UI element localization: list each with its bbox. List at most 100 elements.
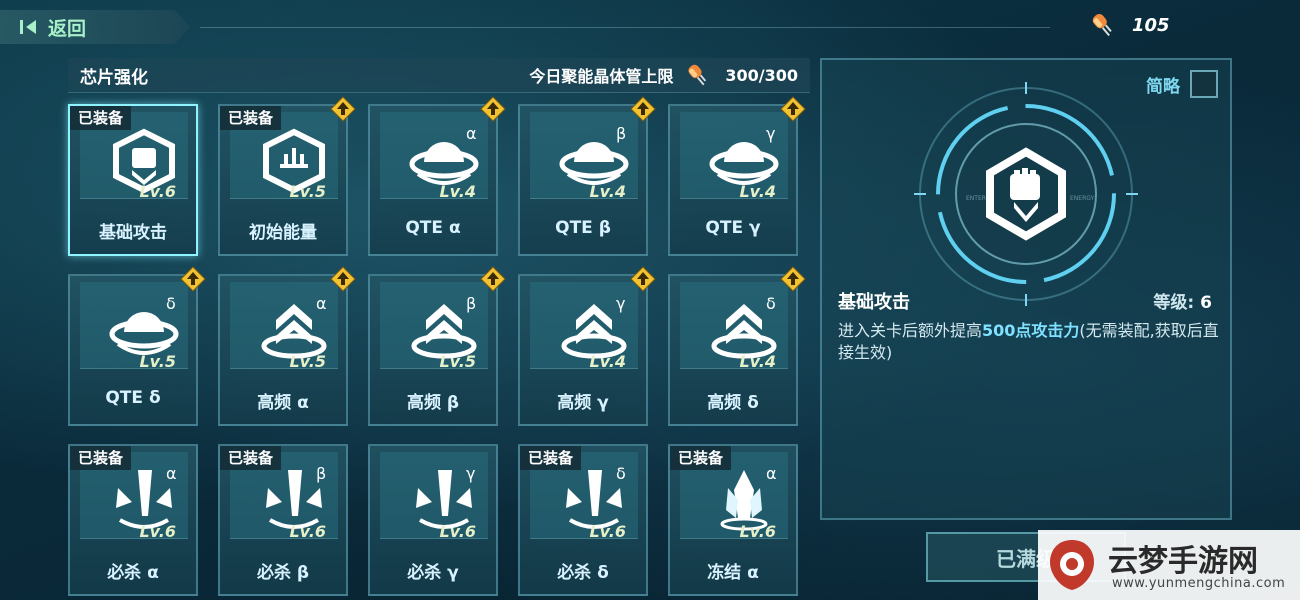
back-label: 返回: [48, 17, 87, 40]
chip-card[interactable]: α Lv.6 已装备 冻结 α: [668, 444, 798, 596]
daily-limit-count: 300/300: [725, 65, 798, 85]
chip-variant-letter: γ: [616, 294, 626, 313]
chip-card[interactable]: α Lv.5 高频 α: [218, 266, 356, 426]
brief-toggle[interactable]: 简略: [1146, 70, 1218, 98]
chip-variant-letter: β: [616, 124, 627, 143]
daily-limit-label: 今日聚能晶体管上限: [529, 67, 674, 86]
detail-level-value: 6: [1200, 293, 1212, 313]
chip-icon-frame: δ Lv.4: [680, 282, 788, 371]
currency-display: 105: [1088, 10, 1170, 40]
chip-name: QTE α: [405, 218, 461, 238]
chip-icon-frame: β Lv.4: [530, 112, 638, 201]
upgrade-arrow-icon: [780, 96, 806, 122]
chip-variant-letter: δ: [616, 464, 626, 483]
upgrade-arrow-icon: [330, 266, 356, 292]
chip-variant-letter: α: [316, 294, 327, 313]
upgrade-arrow-icon: [630, 96, 656, 122]
chip-card[interactable]: γ Lv.6 必杀 γ: [368, 444, 498, 596]
chip-name: QTE β: [555, 218, 611, 238]
panel-title: 芯片强化: [80, 67, 148, 88]
chip-level: Lv.6: [289, 522, 326, 541]
upgrade-arrow-icon: [630, 266, 656, 292]
chip-variant-letter: γ: [766, 124, 776, 143]
chip-level: Lv.4: [589, 352, 626, 371]
equipped-badge: 已装备: [70, 106, 132, 130]
equipped-badge: 已装备: [70, 446, 132, 470]
chip-variant-letter: α: [766, 464, 777, 483]
chip-panel-header: 芯片强化 今日聚能晶体管上限 300/300: [68, 58, 810, 93]
chip-variant-letter: γ: [466, 464, 476, 483]
chip-name: 初始能量: [249, 223, 317, 243]
transistor-icon: [1092, 13, 1112, 37]
site-watermark: 云梦手游网 www.yunmengchina.com: [1038, 530, 1300, 600]
chip-level: Lv.4: [739, 182, 776, 201]
chip-level: Lv.5: [139, 352, 176, 371]
back-arrow-icon: [20, 20, 36, 34]
chip-level: Lv.4: [589, 182, 626, 201]
detail-description: 进入关卡后额外提高500点攻击力(无需装配,获取后直接生效): [838, 320, 1220, 364]
chip-name: 必杀 γ: [407, 563, 459, 583]
top-divider: [200, 27, 1050, 28]
chip-level: Lv.4: [739, 352, 776, 371]
equipped-badge: 已装备: [520, 446, 582, 470]
chip-card[interactable]: δ Lv.5 QTE δ: [68, 266, 206, 426]
chip-name: 必杀 β: [256, 563, 310, 583]
chip-level: Lv.6: [739, 522, 776, 541]
chip-card[interactable]: γ Lv.4 QTE γ: [668, 96, 806, 256]
upgrade-arrow-icon: [480, 266, 506, 292]
chip-card[interactable]: β Lv.4 QTE β: [518, 96, 656, 256]
chip-icon-frame: δ Lv.5: [80, 282, 188, 371]
equipped-badge: 已装备: [220, 106, 282, 130]
chip-card[interactable]: δ Lv.4 高频 δ: [668, 266, 806, 426]
chip-level: Lv.4: [439, 182, 476, 201]
chip-level: Lv.5: [439, 352, 476, 371]
chip-icon-frame: α Lv.5: [230, 282, 338, 371]
upgrade-arrow-icon: [330, 96, 356, 122]
chip-card[interactable]: Lv.6 已装备基础攻击: [68, 104, 198, 256]
chip-name: 高频 δ: [707, 393, 759, 413]
watermark-title: 云梦手游网: [1108, 544, 1258, 579]
brief-checkbox[interactable]: [1190, 70, 1218, 98]
upgrade-arrow-icon: [780, 266, 806, 292]
chip-card[interactable]: α Lv.4 QTE α: [368, 96, 506, 256]
chip-card[interactable]: γ Lv.4 高频 γ: [518, 266, 656, 426]
daily-limit: 今日聚能晶体管上限 300/300: [529, 61, 798, 89]
desc-prefix: 进入关卡后额外提高: [838, 321, 983, 340]
chip-icon-frame: γ Lv.4: [530, 282, 638, 371]
chip-name: 高频 α: [257, 393, 309, 413]
chip-level: Lv.6: [439, 522, 476, 541]
chip-card[interactable]: Lv.5 已装备初始能量: [218, 96, 356, 256]
detail-level-label: 等级:: [1153, 293, 1195, 313]
detail-level: 等级: 6: [1153, 288, 1212, 313]
chip-level: Lv.6: [139, 182, 176, 201]
chip-name: 基础攻击: [99, 223, 167, 243]
chip-variant-letter: δ: [766, 294, 776, 313]
transistor-icon: [688, 64, 707, 86]
equipped-badge: 已装备: [220, 446, 282, 470]
chip-card[interactable]: α Lv.6 已装备 必杀 α: [68, 444, 198, 596]
chip-card[interactable]: δ Lv.6 已装备 必杀 δ: [518, 444, 648, 596]
desc-highlight: 500点攻击力: [982, 321, 1080, 340]
site-logo-icon: [1050, 540, 1094, 590]
upgrade-arrow-icon: [180, 266, 206, 292]
chip-card[interactable]: β Lv.5 高频 β: [368, 266, 506, 426]
chip-icon-frame: γ Lv.6: [380, 452, 488, 541]
chip-icon-frame: α Lv.4: [380, 112, 488, 201]
chip-emblem-icon: ENTER ENERGY: [914, 82, 1138, 306]
chip-variant-letter: α: [466, 124, 477, 143]
chip-level: Lv.6: [589, 522, 626, 541]
chip-card[interactable]: β Lv.6 已装备 必杀 β: [218, 444, 348, 596]
brief-label: 简略: [1146, 76, 1180, 97]
chip-name: 高频 β: [406, 393, 460, 413]
chip-level: Lv.5: [289, 352, 326, 371]
chip-level: Lv.6: [139, 522, 176, 541]
ring-text-right: ENERGY: [1070, 195, 1095, 202]
chip-variant-letter: δ: [166, 294, 176, 313]
currency-value: 105: [1132, 14, 1170, 36]
chip-detail-panel: 简略 ENTER ENERGY 基础攻击 等级: 6 进入关卡后额外提高500点攻…: [820, 58, 1232, 520]
chip-level: Lv.5: [289, 182, 326, 201]
chip-name: 冻结 α: [707, 563, 759, 583]
chip-variant-letter: β: [466, 294, 477, 313]
back-button[interactable]: 返回: [0, 10, 190, 44]
chip-name: 高频 γ: [557, 393, 609, 413]
